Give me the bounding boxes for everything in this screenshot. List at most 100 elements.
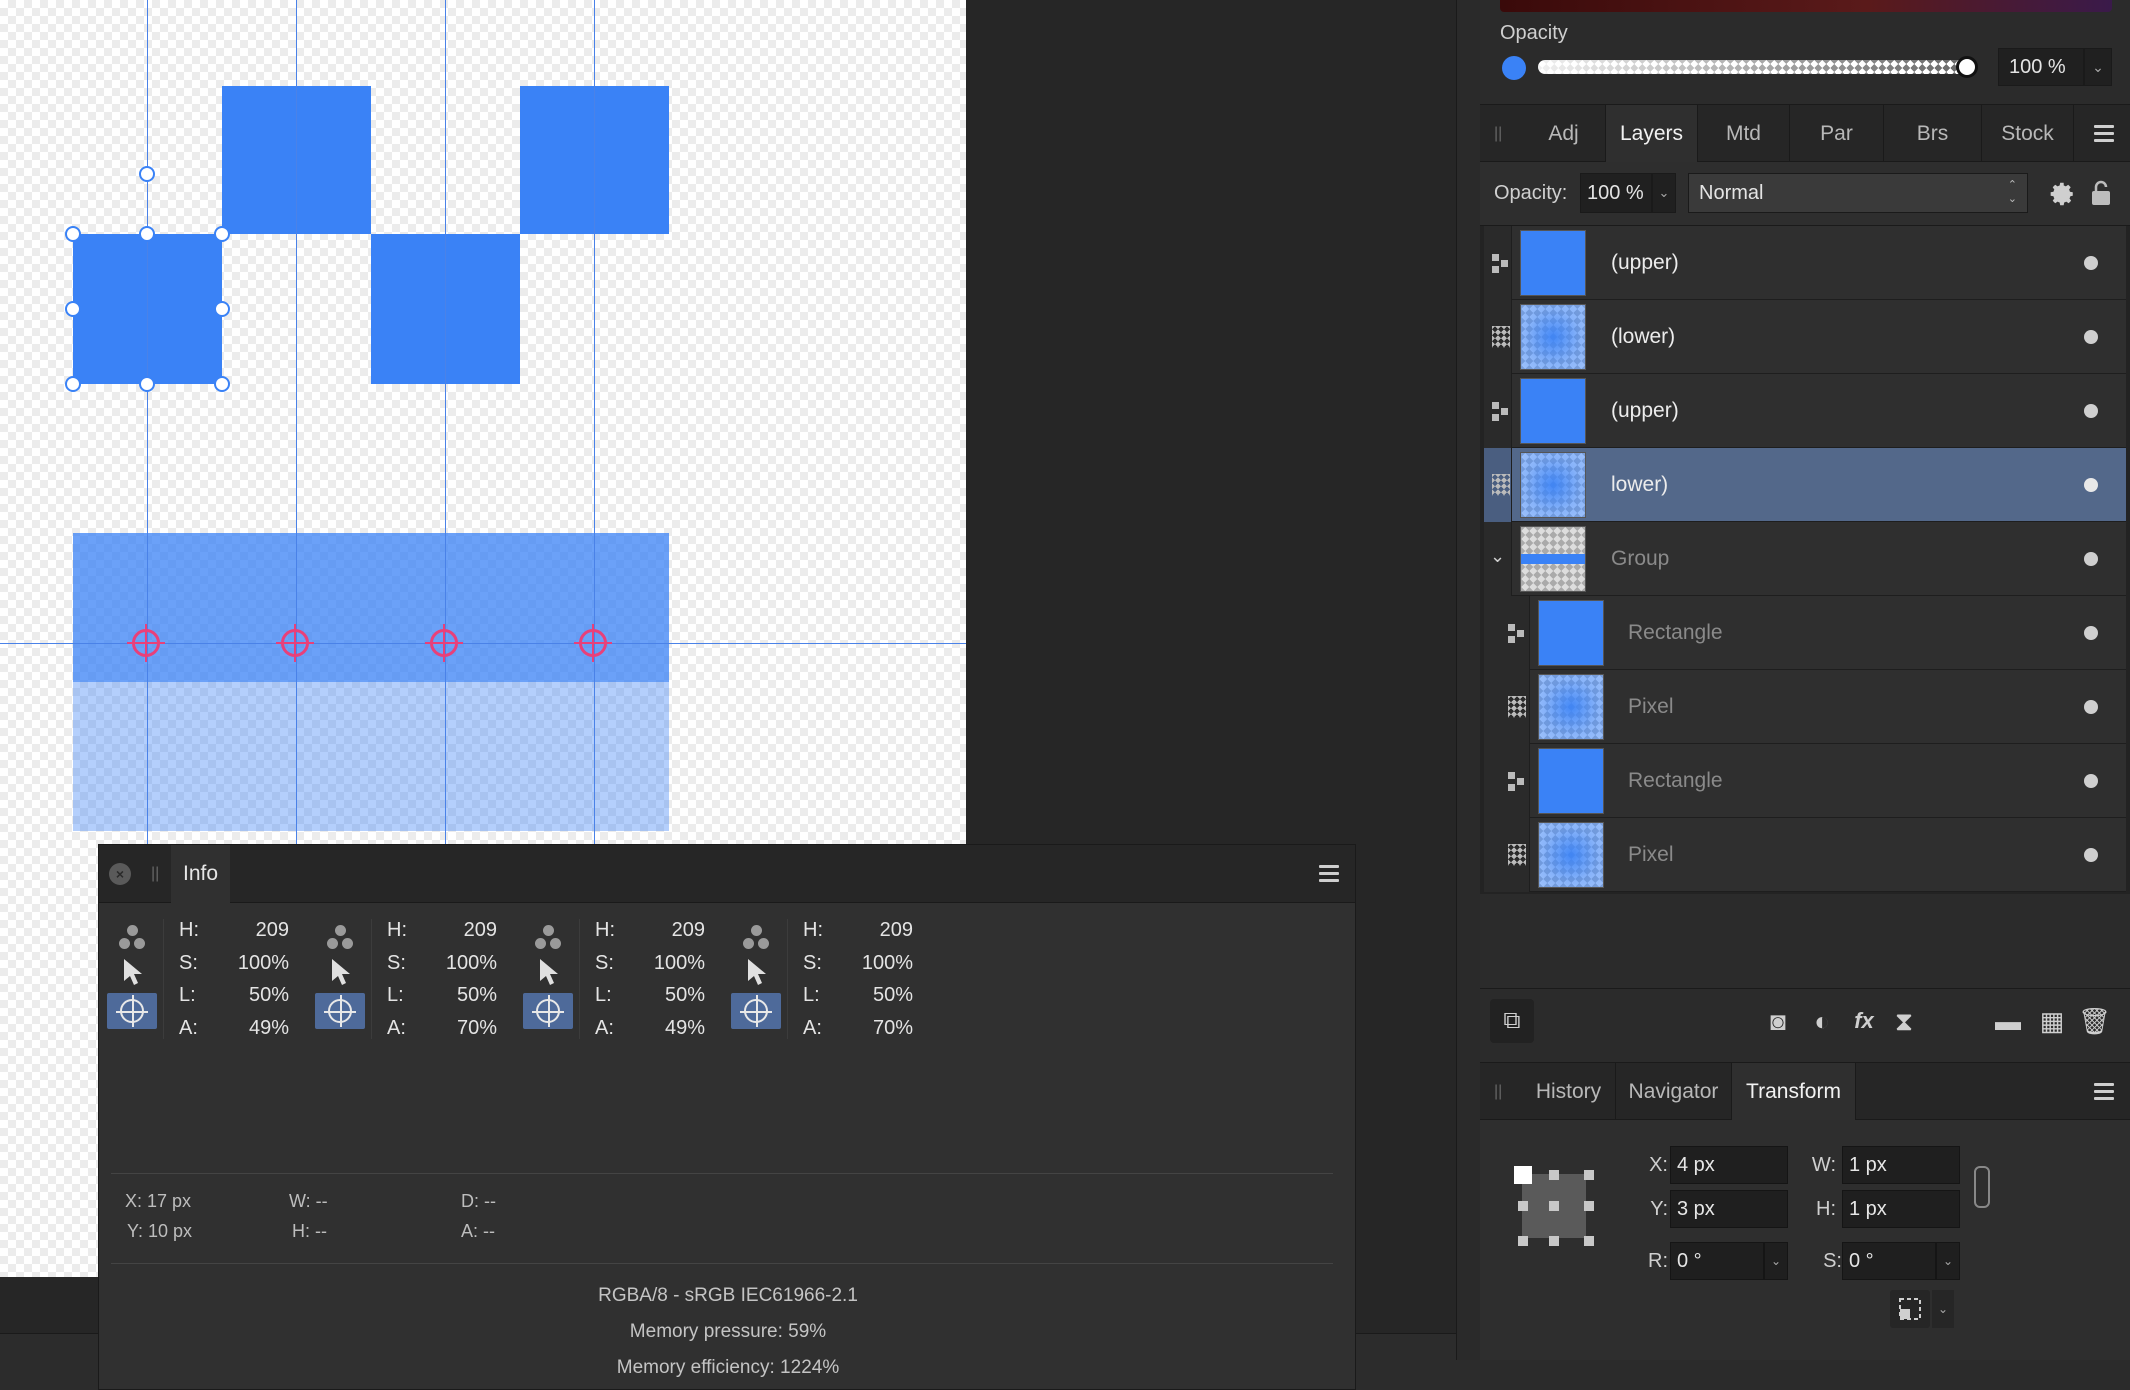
layer-row[interactable]: Pixel — [1484, 818, 2126, 892]
color-sampler-marker[interactable] — [574, 624, 612, 662]
target-sampler-button[interactable] — [107, 993, 157, 1029]
anchor-point-selected[interactable] — [1514, 1166, 1532, 1184]
pointer-icon[interactable] — [329, 957, 353, 987]
selection-handle[interactable] — [214, 226, 230, 242]
anchor-point[interactable] — [1584, 1236, 1594, 1246]
gradient-band-upper[interactable] — [73, 533, 669, 682]
gear-icon[interactable] — [2050, 181, 2076, 207]
tab-brs[interactable]: Brs — [1884, 105, 1982, 163]
anchor-point[interactable] — [1549, 1236, 1559, 1246]
gradient-band-lower[interactable] — [73, 682, 669, 831]
rotation-field[interactable]: 0 ° — [1670, 1242, 1764, 1280]
target-sampler-button[interactable] — [523, 993, 573, 1029]
anchor-point[interactable] — [1584, 1201, 1594, 1211]
w-field[interactable]: 1 px — [1842, 1146, 1960, 1184]
chevron-down-icon[interactable]: ⌄ — [2084, 48, 2112, 86]
copy-layers-icon[interactable]: ⧉ — [1490, 999, 1534, 1043]
guide-line[interactable] — [147, 0, 148, 844]
guide-line[interactable] — [594, 0, 595, 844]
visibility-toggle[interactable] — [2084, 700, 2098, 714]
tab-layers[interactable]: Layers — [1606, 105, 1698, 163]
pointer-icon[interactable] — [537, 957, 561, 987]
drag-grip-icon[interactable]: || — [1494, 125, 1502, 143]
add-pixel-layer-icon[interactable]: ▦ — [2036, 1005, 2068, 1037]
guide-line[interactable] — [445, 0, 446, 844]
chevron-down-icon[interactable]: ⌄ — [1652, 173, 1676, 213]
selection-handle[interactable] — [139, 226, 155, 242]
tab-info[interactable]: Info — [171, 845, 231, 903]
chevron-down-icon[interactable]: ⌄ — [1936, 1242, 1960, 1280]
layer-row[interactable]: (upper) — [1484, 374, 2126, 448]
hamburger-menu-icon[interactable] — [1319, 865, 1339, 883]
selection-handle[interactable] — [65, 226, 81, 242]
anchor-point[interactable] — [1549, 1170, 1559, 1180]
layer-row-selected[interactable]: lower) — [1484, 448, 2126, 522]
visibility-toggle[interactable] — [2084, 552, 2098, 566]
visibility-toggle[interactable] — [2084, 478, 2098, 492]
selection-handle[interactable] — [214, 301, 230, 317]
channels-icon[interactable] — [535, 925, 563, 951]
tab-transform[interactable]: Transform — [1732, 1063, 1856, 1121]
layer-row[interactable]: Rectangle — [1484, 596, 2126, 670]
layer-opacity-field[interactable]: 100 % — [1580, 173, 1652, 213]
anchor-point-selector[interactable] — [1514, 1166, 1594, 1246]
panel-divider[interactable] — [1456, 0, 1480, 1360]
channels-icon[interactable] — [327, 925, 355, 951]
layer-row[interactable]: Pixel — [1484, 670, 2126, 744]
opacity-slider-knob[interactable] — [1956, 56, 1978, 78]
visibility-toggle[interactable] — [2084, 774, 2098, 788]
visibility-toggle[interactable] — [2084, 848, 2098, 862]
tab-mtd[interactable]: Mtd — [1698, 105, 1790, 163]
opacity-value-field[interactable]: 100 % — [1998, 48, 2084, 86]
target-sampler-button[interactable] — [315, 993, 365, 1029]
drag-grip-icon[interactable]: || — [151, 865, 159, 883]
visibility-toggle[interactable] — [2084, 626, 2098, 640]
color-swatch[interactable] — [1502, 56, 1526, 80]
channels-icon[interactable] — [743, 925, 771, 951]
chevron-down-icon[interactable]: ⌄ — [1764, 1242, 1788, 1280]
tab-history[interactable]: History — [1522, 1063, 1616, 1121]
anchor-point[interactable] — [1584, 1170, 1594, 1180]
tab-par[interactable]: Par — [1790, 105, 1884, 163]
pointer-icon[interactable] — [121, 957, 145, 987]
channels-icon[interactable] — [119, 925, 147, 951]
tab-adj[interactable]: Adj — [1522, 105, 1606, 163]
shear-field[interactable]: 0 ° — [1842, 1242, 1936, 1280]
anchor-point[interactable] — [1518, 1201, 1528, 1211]
x-field[interactable]: 4 px — [1670, 1146, 1788, 1184]
h-field[interactable]: 1 px — [1842, 1190, 1960, 1228]
close-icon[interactable]: × — [109, 863, 131, 885]
hue-spectrum[interactable] — [1500, 0, 2112, 12]
selection-handle[interactable] — [65, 376, 81, 392]
y-field[interactable]: 3 px — [1670, 1190, 1788, 1228]
target-sampler-button[interactable] — [731, 993, 781, 1029]
selection-handle[interactable] — [214, 376, 230, 392]
mask-layer-icon[interactable]: ◙ — [1762, 1005, 1794, 1037]
fx-icon[interactable]: fx — [1848, 1005, 1880, 1037]
color-sampler-marker[interactable] — [127, 624, 165, 662]
tab-navigator[interactable]: Navigator — [1616, 1063, 1732, 1121]
color-sampler-marker[interactable] — [425, 624, 463, 662]
link-proportions-icon[interactable] — [1974, 1166, 1990, 1208]
rotation-handle[interactable] — [139, 166, 155, 182]
color-sampler-marker[interactable] — [276, 624, 314, 662]
chevron-down-icon[interactable]: ⌄ — [1932, 1290, 1954, 1328]
layer-row[interactable]: (upper) — [1484, 226, 2126, 300]
trash-icon[interactable]: 🗑 — [2078, 1005, 2111, 1037]
visibility-toggle[interactable] — [2084, 256, 2098, 270]
blend-mode-select[interactable]: Normal ⌃ ⌄ — [1688, 173, 2028, 213]
selection-handle[interactable] — [65, 301, 81, 317]
layer-row[interactable]: ⌄ Group — [1484, 522, 2126, 596]
opacity-slider[interactable] — [1538, 60, 1970, 74]
live-filter-icon[interactable]: ⧗ — [1888, 1005, 1920, 1037]
anchor-point[interactable] — [1518, 1236, 1528, 1246]
tab-stock[interactable]: Stock — [1982, 105, 2074, 163]
hamburger-menu-icon[interactable] — [2094, 1083, 2114, 1101]
lock-icon[interactable] — [2090, 179, 2112, 207]
drag-grip-icon[interactable]: || — [1494, 1083, 1502, 1101]
add-group-icon[interactable]: ▬ — [1992, 1005, 2024, 1037]
adjustment-icon[interactable]: ◐ — [1806, 1005, 1838, 1037]
visibility-toggle[interactable] — [2084, 330, 2098, 344]
hamburger-menu-icon[interactable] — [2094, 125, 2114, 143]
pointer-icon[interactable] — [745, 957, 769, 987]
